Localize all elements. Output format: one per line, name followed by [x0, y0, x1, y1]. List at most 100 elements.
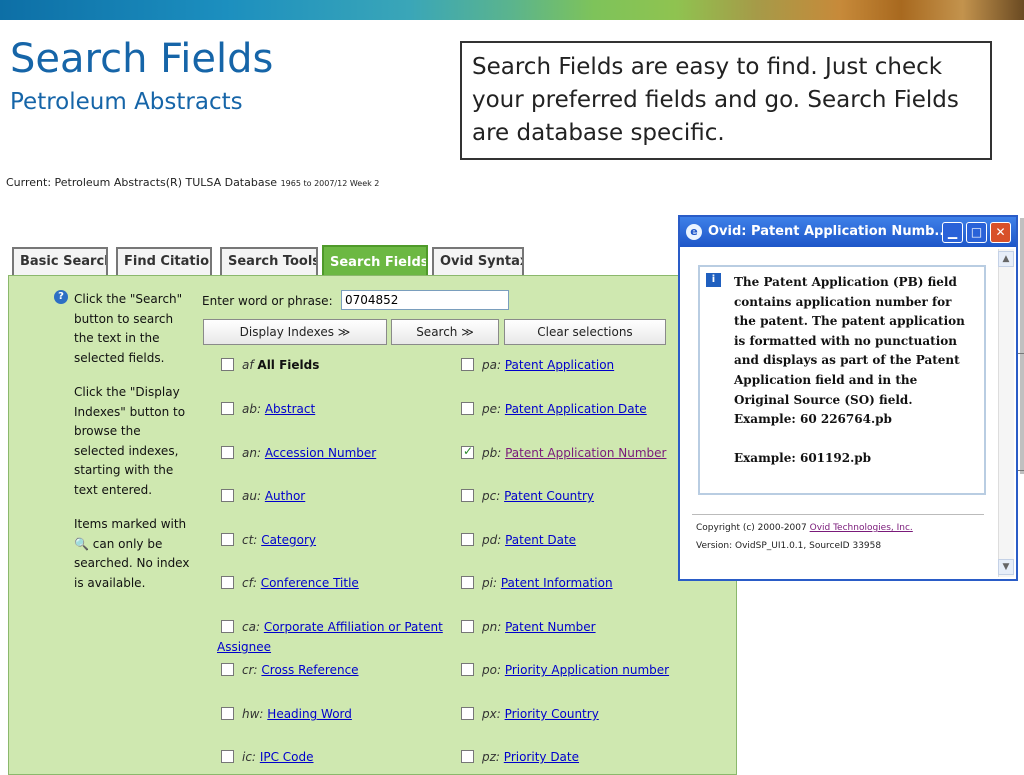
tab-search-tools[interactable]: Search Tools — [220, 247, 318, 275]
field-af[interactable]: af All Fields — [221, 358, 319, 372]
current-database-range: 1965 to 2007/12 Week 2 — [280, 179, 380, 188]
popup-info-box: i The Patent Application (PB) field cont… — [698, 265, 986, 495]
field-link[interactable]: Patent Country — [504, 489, 594, 503]
search-input[interactable] — [341, 290, 509, 310]
field-ca-continued[interactable]: Assignee — [217, 640, 271, 654]
top-banner — [0, 0, 1024, 20]
field-checkbox[interactable] — [461, 358, 474, 371]
popup-title: Ovid: Patent Application Numb... — [708, 224, 950, 239]
field-link[interactable]: Priority Date — [504, 750, 579, 764]
tab-basic-search[interactable]: Basic Search — [12, 247, 108, 275]
search-button[interactable]: Search ≫ — [391, 319, 499, 345]
ovid-link[interactable]: Ovid Technologies, Inc. — [810, 523, 913, 533]
field-link[interactable]: Conference Title — [261, 576, 359, 590]
field-checkbox[interactable] — [221, 358, 234, 371]
field-cf[interactable]: cf: Conference Title — [221, 576, 359, 590]
field-checkbox[interactable] — [461, 620, 474, 633]
field-pa[interactable]: pa: Patent Application — [461, 358, 614, 372]
field-link[interactable]: Author — [265, 489, 305, 503]
field-ab[interactable]: ab: Abstract — [221, 402, 315, 416]
field-help-popup: e Ovid: Patent Application Numb... ▁ □ ✕… — [678, 215, 1018, 581]
popup-footer: Copyright (c) 2000-2007 Ovid Technologie… — [696, 519, 913, 555]
scroll-up-icon[interactable]: ▲ — [998, 251, 1014, 267]
search-only-icon: 🔍 — [74, 536, 89, 551]
field-checkbox[interactable] — [461, 663, 474, 676]
field-link[interactable]: IPC Code — [260, 750, 314, 764]
field-pn[interactable]: pn: Patent Number — [461, 620, 596, 634]
field-au[interactable]: au: Author — [221, 489, 305, 503]
field-link[interactable]: Heading Word — [267, 707, 352, 721]
current-database-label: Current: Petroleum Abstracts(R) TULSA Da… — [6, 176, 278, 189]
field-checkbox[interactable] — [221, 663, 234, 676]
slide-title: Search Fields — [10, 36, 274, 82]
display-indexes-button[interactable]: Display Indexes ≫ — [203, 319, 387, 345]
field-link[interactable]: Priority Application number — [505, 663, 669, 677]
field-ca[interactable]: ca: Corporate Affiliation or Patent — [221, 620, 443, 634]
close-button[interactable]: ✕ — [990, 222, 1011, 243]
scroll-down-icon[interactable]: ▼ — [998, 559, 1014, 575]
popup-scrollbar[interactable] — [998, 249, 1014, 577]
slide-subtitle: Petroleum Abstracts — [10, 89, 243, 115]
field-checkbox[interactable] — [221, 707, 234, 720]
callout-box: Search Fields are easy to find. Just che… — [460, 41, 992, 160]
field-checkbox[interactable] — [461, 707, 474, 720]
field-link[interactable]: Patent Application — [505, 358, 614, 372]
field-link[interactable]: Patent Number — [505, 620, 595, 634]
field-link[interactable]: Patent Information — [501, 576, 613, 590]
background-window-line — [1018, 470, 1024, 471]
background-window-edge — [1020, 218, 1024, 474]
field-checkbox[interactable] — [461, 402, 474, 415]
background-window-line — [1018, 353, 1024, 354]
field-checkbox[interactable] — [461, 750, 474, 763]
field-po[interactable]: po: Priority Application number — [461, 663, 669, 677]
field-checkbox[interactable] — [221, 446, 234, 459]
field-checkbox[interactable] — [461, 489, 474, 502]
popup-description: The Patent Application (PB) field contai… — [734, 275, 965, 466]
field-checkbox[interactable] — [221, 620, 234, 633]
field-link[interactable]: Assignee — [217, 640, 271, 654]
field-ct[interactable]: ct: Category — [221, 533, 316, 547]
field-hw[interactable]: hw: Heading Word — [221, 707, 352, 721]
field-pe[interactable]: pe: Patent Application Date — [461, 402, 647, 416]
help-search-text: Click the "Search" button to search the … — [74, 292, 183, 365]
field-pb[interactable]: pb: Patent Application Number — [461, 444, 666, 460]
field-pz[interactable]: pz: Priority Date — [461, 750, 579, 764]
field-px[interactable]: px: Priority Country — [461, 707, 599, 721]
field-pd[interactable]: pd: Patent Date — [461, 533, 576, 547]
field-checkbox[interactable] — [461, 576, 474, 589]
field-checkbox[interactable] — [221, 576, 234, 589]
field-link[interactable]: Corporate Affiliation or Patent — [264, 620, 443, 634]
field-checkbox[interactable] — [221, 489, 234, 502]
popup-divider — [692, 514, 984, 515]
search-input-label: Enter word or phrase: — [202, 294, 333, 308]
field-an[interactable]: an: Accession Number — [221, 446, 376, 460]
info-icon: i — [706, 273, 721, 287]
browser-icon: e — [686, 224, 702, 240]
field-link[interactable]: Patent Application Number — [505, 446, 666, 460]
tab-search-fields[interactable]: Search Fields — [322, 245, 428, 277]
field-link[interactable]: Patent Date — [505, 533, 576, 547]
field-checkbox[interactable] — [221, 533, 234, 546]
help-display-indexes-text: Click the "Display Indexes" button to br… — [74, 385, 186, 497]
clear-selections-button[interactable]: Clear selections — [504, 319, 666, 345]
field-pc[interactable]: pc: Patent Country — [461, 489, 594, 503]
field-checkbox[interactable] — [461, 533, 474, 546]
field-link[interactable]: Patent Application Date — [505, 402, 647, 416]
field-link[interactable]: Cross Reference — [261, 663, 358, 677]
field-checkbox-checked[interactable] — [461, 444, 474, 459]
field-link[interactable]: Category — [261, 533, 316, 547]
field-link[interactable]: Accession Number — [265, 446, 376, 460]
help-text: Click the "Search" button to search the … — [74, 290, 194, 608]
field-checkbox[interactable] — [221, 750, 234, 763]
minimize-button[interactable]: ▁ — [942, 222, 963, 243]
field-link[interactable]: Abstract — [265, 402, 315, 416]
field-pi[interactable]: pi: Patent Information — [461, 576, 613, 590]
tab-ovid-syntax[interactable]: Ovid Syntax — [432, 247, 524, 275]
tab-find-citation[interactable]: Find Citation — [116, 247, 212, 275]
field-cr[interactable]: cr: Cross Reference — [221, 663, 359, 677]
maximize-button[interactable]: □ — [966, 222, 987, 243]
field-link[interactable]: Priority Country — [505, 707, 599, 721]
field-checkbox[interactable] — [221, 402, 234, 415]
field-ic[interactable]: ic: IPC Code — [221, 750, 314, 764]
version-text: Version: OvidSP_UI1.0.1, SourceID 33958 — [696, 541, 882, 551]
